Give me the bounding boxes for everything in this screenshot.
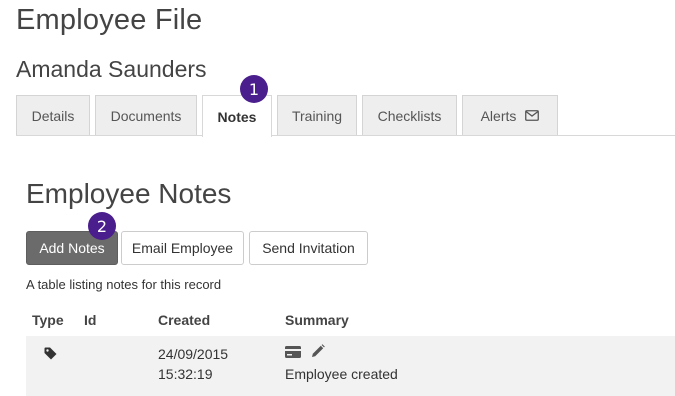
tab-label: Checklists [377,107,442,124]
step-callout-1: 1 [240,75,268,103]
summary-text: Employee created [285,366,398,382]
notes-table: Type Id Created Summary 24/09/2015 15:32… [26,304,675,396]
tab-details[interactable]: Details [16,95,90,135]
column-header-id[interactable]: Id [78,304,152,336]
summary-cell: Employee created [279,336,675,396]
column-header-created[interactable]: Created [152,304,279,336]
step-callout-2: 2 [88,212,116,240]
page-title: Employee File [16,4,203,36]
tab-label: Training [291,107,343,124]
send-invitation-button[interactable]: Send Invitation [249,231,368,265]
tab-checklists[interactable]: Checklists [362,95,457,135]
created-date: 24/09/2015 [158,346,229,362]
id-cell [78,336,152,396]
tab-alerts[interactable]: Alerts [462,95,558,135]
table-row[interactable]: 24/09/2015 15:32:19 Employee created [26,336,675,396]
tab-training[interactable]: Training [277,95,357,135]
section-title: Employee Notes [26,178,232,209]
email-employee-button[interactable]: Email Employee [121,231,244,265]
pencil-icon[interactable] [311,343,325,363]
table-header-row: Type Id Created Summary [26,304,675,336]
tag-icon [44,345,57,365]
type-cell [26,336,78,396]
tab-bar: Details Documents Notes Training Checkli… [16,94,675,137]
employee-name: Amanda Saunders [16,56,207,82]
column-header-type[interactable]: Type [26,304,78,336]
tab-documents[interactable]: Documents [95,95,197,135]
column-header-summary[interactable]: Summary [279,304,675,336]
tab-label: Alerts [480,107,517,124]
table-caption: A table listing notes for this record [26,277,222,292]
created-time: 15:32:19 [158,366,213,382]
tab-notes[interactable]: Notes [202,95,272,137]
envelope-icon [525,110,540,121]
created-cell: 24/09/2015 15:32:19 [152,336,279,396]
summary-actions [285,343,669,363]
card-icon[interactable] [285,343,301,363]
tab-label: Notes [217,108,257,125]
tab-label: Documents [110,107,182,124]
tab-label: Details [31,107,75,124]
